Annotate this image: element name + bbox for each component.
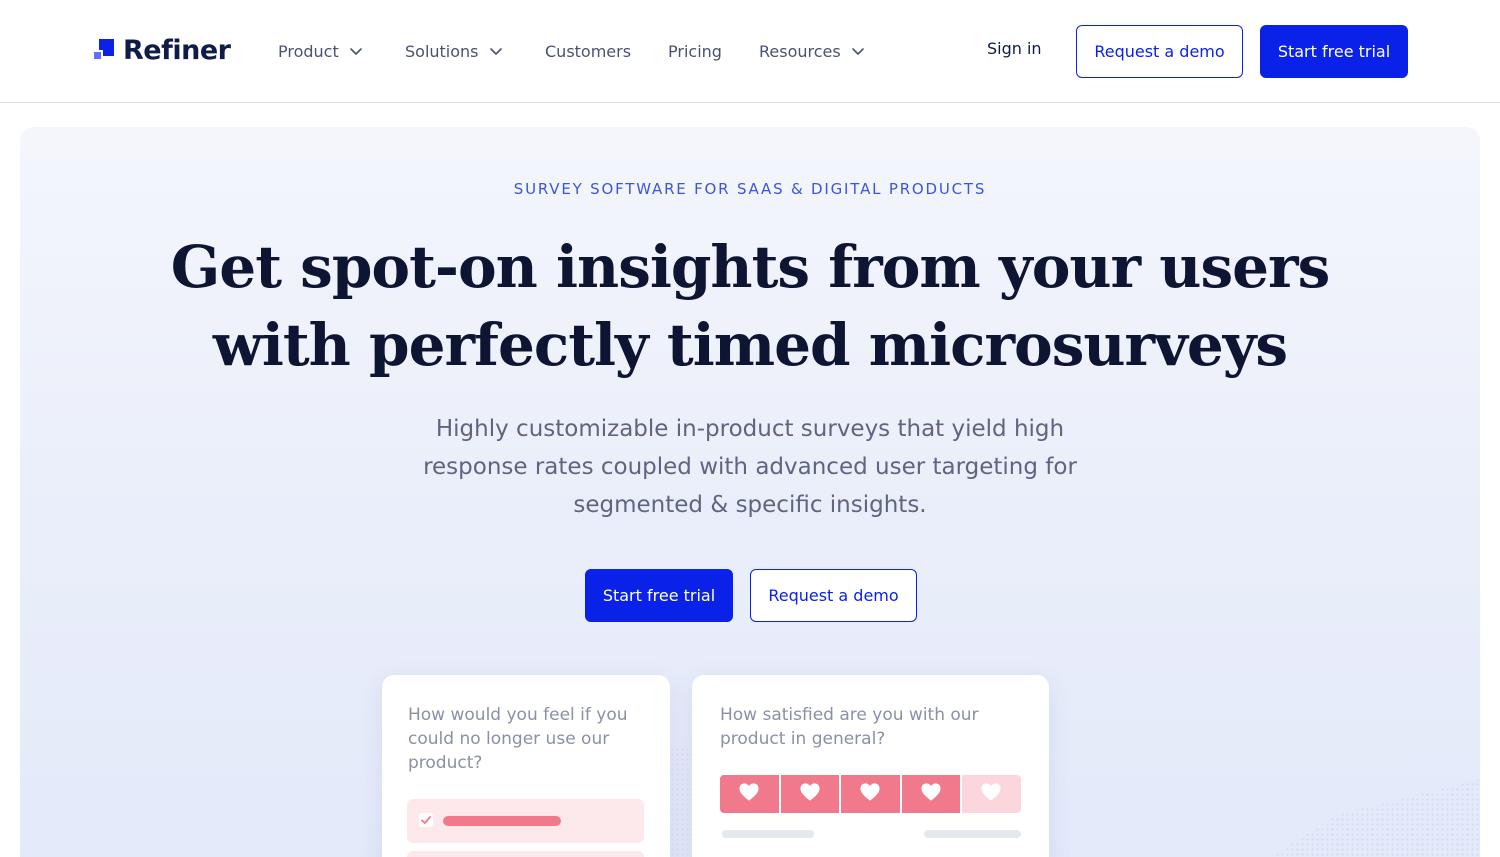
start-trial-button[interactable]: Start free trial	[1260, 25, 1408, 78]
decorative-dot-pattern	[1228, 779, 1480, 857]
heart-icon	[859, 782, 881, 807]
brand-logo[interactable]: Refiner	[92, 34, 231, 66]
nav-item-product[interactable]: Product	[278, 40, 363, 62]
heart-rating-option[interactable]	[841, 775, 900, 813]
chevron-down-icon	[349, 44, 363, 58]
heart-icon	[980, 782, 1002, 807]
survey-question: How would you feel if you could no longe…	[408, 705, 628, 773]
sign-in-link[interactable]: Sign in	[987, 39, 1042, 58]
option-placeholder-bar	[443, 816, 561, 826]
nav-item-solutions[interactable]: Solutions	[405, 40, 503, 62]
heart-icon	[738, 782, 760, 807]
scale-label-placeholder	[924, 830, 1021, 838]
request-demo-button[interactable]: Request a demo	[1076, 25, 1243, 78]
nav-item-resources[interactable]: Resources	[759, 40, 865, 62]
nav-item-label: Solutions	[405, 41, 479, 61]
heart-rating-option[interactable]	[962, 775, 1021, 813]
survey-question: How satisfied are you with our product i…	[720, 705, 979, 749]
chevron-down-icon	[851, 44, 865, 58]
nav-item-label: Pricing	[668, 41, 722, 61]
scale-label-placeholder	[722, 830, 814, 838]
nav-item-label: Product	[278, 41, 339, 61]
hero-request-demo-button[interactable]: Request a demo	[750, 569, 917, 622]
nav-item-label: Customers	[545, 41, 632, 61]
headline-line: Get spot-on insights from your users	[170, 233, 1330, 301]
heart-rating-scale	[720, 775, 1021, 813]
survey-card-multiple-choice: How would you feel if you could no longe…	[382, 675, 670, 857]
chevron-down-icon	[489, 44, 503, 58]
brand-name: Refiner	[123, 34, 231, 66]
heart-rating-option[interactable]	[720, 775, 779, 813]
heart-icon	[920, 782, 942, 807]
survey-card-rating: How satisfied are you with our product i…	[692, 675, 1049, 857]
hero-headline: Get spot-on insights from your users wit…	[0, 228, 1500, 384]
nav-item-pricing[interactable]: Pricing	[668, 40, 722, 62]
hero-subtitle: Highly customizable in-product surveys t…	[423, 416, 1077, 518]
hero-start-trial-button[interactable]: Start free trial	[585, 569, 733, 622]
heart-rating-option[interactable]	[780, 775, 839, 813]
hero-eyebrow: SURVEY SOFTWARE FOR SAAS & DIGITAL PRODU…	[513, 180, 987, 198]
headline-line: with perfectly timed microsurveys	[212, 311, 1288, 379]
heart-rating-option[interactable]	[901, 775, 960, 813]
nav-item-label: Resources	[759, 41, 841, 61]
refiner-logo-icon	[92, 39, 114, 61]
check-icon	[419, 813, 433, 827]
nav-item-customers[interactable]: Customers	[545, 40, 631, 62]
survey-option[interactable]	[407, 851, 644, 857]
top-navigation: Refiner Product Solutions Customers Pric…	[0, 0, 1500, 103]
survey-option[interactable]	[407, 799, 644, 843]
heart-icon	[799, 782, 821, 807]
